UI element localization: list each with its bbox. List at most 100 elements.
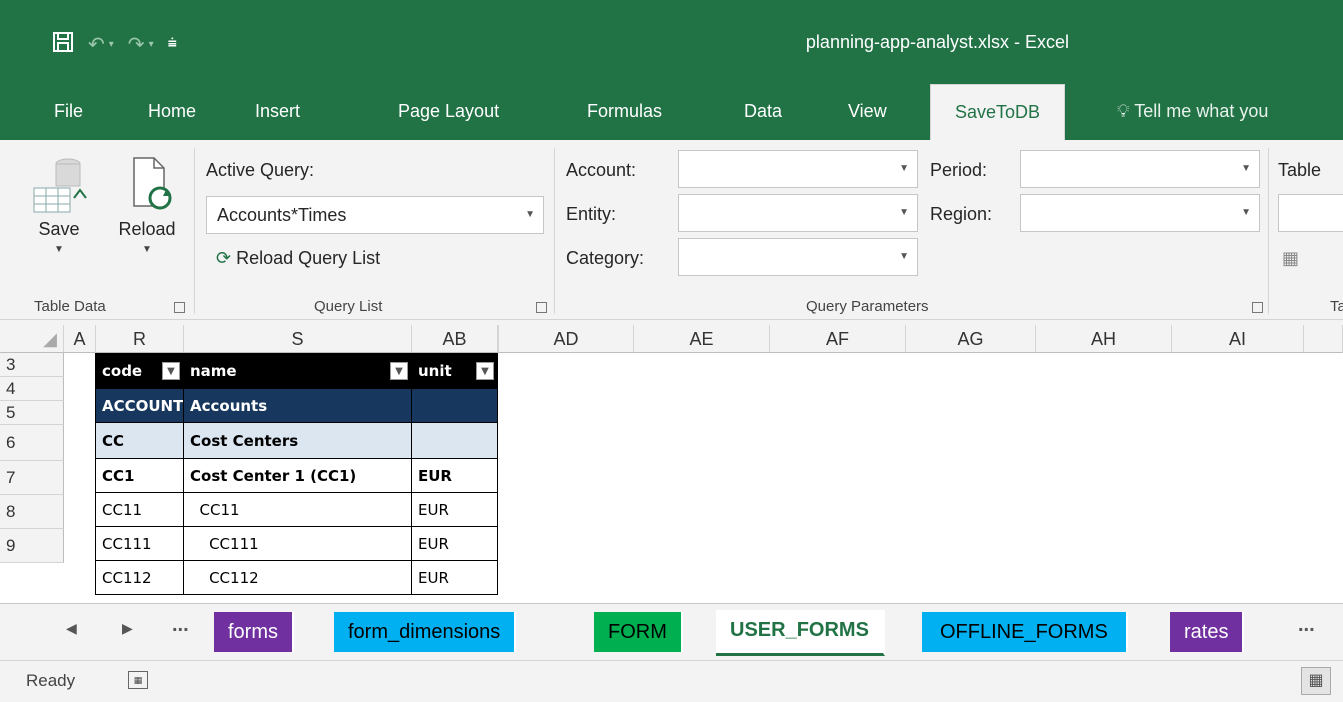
- tab-formulas[interactable]: Formulas: [587, 84, 662, 140]
- filter-dropdown-icon[interactable]: ▼: [476, 362, 494, 380]
- more-sheets-left[interactable]: ...: [172, 614, 189, 637]
- chevron-down-icon: ▼: [899, 163, 909, 174]
- table-cell[interactable]: CC112: [184, 561, 412, 595]
- dialog-launcher-icon[interactable]: [174, 302, 185, 313]
- column-header-s[interactable]: S: [184, 325, 412, 353]
- sheet-tab-offline-forms[interactable]: OFFLINE_FORMS: [922, 612, 1128, 652]
- tab-insert[interactable]: Insert: [255, 84, 300, 140]
- region-label: Region:: [930, 204, 993, 224]
- chevron-down-icon: ▼: [1241, 163, 1251, 174]
- select-all-corner[interactable]: ◢: [0, 325, 64, 353]
- period-select[interactable]: ▼: [1020, 150, 1260, 188]
- table-cell[interactable]: Cost Center 1 (CC1): [184, 459, 412, 493]
- column-header-ab[interactable]: AB: [412, 325, 498, 353]
- normal-view-icon[interactable]: ▦: [1301, 667, 1331, 695]
- title-bar: ↶ ▾ ↷ ▾ ⩧ planning-app-analyst.xlsx - Ex…: [0, 0, 1343, 84]
- row-header[interactable]: 6: [0, 425, 64, 461]
- table-cell[interactable]: EUR: [412, 561, 498, 595]
- tab-savetodb[interactable]: SaveToDB: [930, 84, 1066, 140]
- table-cell[interactable]: [412, 423, 498, 459]
- sheet-tab-rates[interactable]: rates: [1170, 612, 1245, 652]
- column-header-ah[interactable]: AH: [1036, 325, 1172, 353]
- worksheet-grid[interactable]: ◢ A R S AB AD AE AF AG AH AI 3 4 5 6 7 8…: [0, 325, 1343, 603]
- row-header[interactable]: 3: [0, 353, 64, 377]
- tab-data[interactable]: Data: [744, 84, 782, 140]
- reload-icon: [133, 157, 172, 210]
- header-cell-unit[interactable]: unit ▼: [412, 353, 498, 389]
- table-cell[interactable]: EUR: [412, 459, 498, 493]
- row-header[interactable]: 7: [0, 461, 64, 495]
- table-cell[interactable]: EUR: [412, 527, 498, 561]
- status-bar: Ready ▦ ▦: [0, 660, 1343, 702]
- table-cell[interactable]: CC11: [96, 493, 184, 527]
- sheet-tab-forms[interactable]: forms: [214, 612, 294, 652]
- sheet-tab-user-forms[interactable]: USER_FORMS: [716, 610, 885, 656]
- table-cell[interactable]: Accounts: [184, 389, 412, 423]
- region-select[interactable]: ▼: [1020, 194, 1260, 232]
- table-cell[interactable]: Cost Centers: [184, 423, 412, 459]
- column-header-next[interactable]: [1304, 325, 1343, 353]
- reload-query-list-button[interactable]: ⟳ Reload Query List: [216, 248, 380, 269]
- column-header-af[interactable]: AF: [770, 325, 906, 353]
- category-label: Category:: [566, 248, 645, 268]
- scroll-left-icon[interactable]: ◀: [66, 620, 77, 637]
- sheet-tab-form[interactable]: FORM: [594, 612, 683, 652]
- header-cell-code[interactable]: code ▼: [96, 353, 184, 389]
- chevron-down-icon: ▼: [525, 209, 535, 220]
- entity-select[interactable]: ▼: [678, 194, 918, 232]
- tab-view[interactable]: View: [848, 84, 887, 140]
- column-header-r[interactable]: R: [96, 325, 184, 353]
- reload-button[interactable]: Reload ▼: [108, 152, 186, 255]
- table-cell[interactable]: [412, 389, 498, 423]
- column-header-ag[interactable]: AG: [906, 325, 1036, 353]
- filter-dropdown-icon[interactable]: ▼: [390, 362, 408, 380]
- more-sheets-right[interactable]: ...: [1298, 614, 1315, 637]
- scroll-right-icon[interactable]: ▶: [122, 620, 133, 637]
- column-header-a[interactable]: A: [64, 325, 96, 353]
- save-label: Save: [38, 219, 80, 239]
- table-cell[interactable]: ACCOUNTS: [96, 389, 184, 423]
- row-header[interactable]: 8: [0, 495, 64, 529]
- column-header-ai[interactable]: AI: [1172, 325, 1304, 353]
- ribbon-tabs: File Home Insert Page Layout Formulas Da…: [0, 84, 1343, 140]
- tell-me-label: Tell me what you: [1134, 101, 1269, 121]
- tab-home[interactable]: Home: [148, 84, 196, 140]
- dialog-launcher-icon[interactable]: [536, 302, 547, 313]
- header-code-label: code: [102, 362, 143, 380]
- group-label-query-list: Query List: [314, 298, 383, 315]
- table-select[interactable]: [1278, 194, 1343, 232]
- table-cell[interactable]: CC1: [96, 459, 184, 493]
- save-button[interactable]: Save ▼: [28, 152, 90, 255]
- table-save-icon: [33, 158, 87, 213]
- active-query-label: Active Query:: [206, 160, 315, 180]
- table-cell[interactable]: CC111: [184, 527, 412, 561]
- category-select[interactable]: ▼: [678, 238, 918, 276]
- chevron-down-icon: ▼: [54, 244, 64, 255]
- row-header[interactable]: 4: [0, 377, 64, 401]
- filter-dropdown-icon[interactable]: ▼: [162, 362, 180, 380]
- column-header-ae[interactable]: AE: [634, 325, 770, 353]
- tell-me-search[interactable]: 💡︎ Tell me what you: [1117, 84, 1268, 140]
- table-cell[interactable]: CC111: [96, 527, 184, 561]
- header-cell-name[interactable]: name ▼: [184, 353, 412, 389]
- table-cell[interactable]: CC112: [96, 561, 184, 595]
- row-header[interactable]: 9: [0, 529, 64, 563]
- table-grid-icon[interactable]: ▦: [1282, 248, 1299, 269]
- table-cell[interactable]: CC11: [184, 493, 412, 527]
- header-name-label: name: [190, 362, 237, 380]
- account-select[interactable]: ▼: [678, 150, 918, 188]
- sheet-tab-form-dimensions[interactable]: form_dimensions: [334, 612, 517, 652]
- tab-page-layout[interactable]: Page Layout: [398, 84, 499, 140]
- window-title: planning-app-analyst.xlsx - Excel: [805, 32, 1070, 52]
- column-header-ad[interactable]: AD: [498, 325, 634, 353]
- active-query-select[interactable]: Accounts*Times ▼: [206, 196, 544, 234]
- dialog-launcher-icon[interactable]: [1252, 302, 1263, 313]
- row-header[interactable]: 5: [0, 401, 64, 425]
- table-cell[interactable]: EUR: [412, 493, 498, 527]
- group-separator: [1268, 148, 1269, 314]
- header-unit-label: unit: [418, 362, 452, 380]
- group-label-table: Ta: [1330, 298, 1343, 315]
- table-cell[interactable]: CC: [96, 423, 184, 459]
- macro-recording-icon[interactable]: ▦: [128, 671, 148, 689]
- tab-file[interactable]: File: [54, 84, 83, 140]
